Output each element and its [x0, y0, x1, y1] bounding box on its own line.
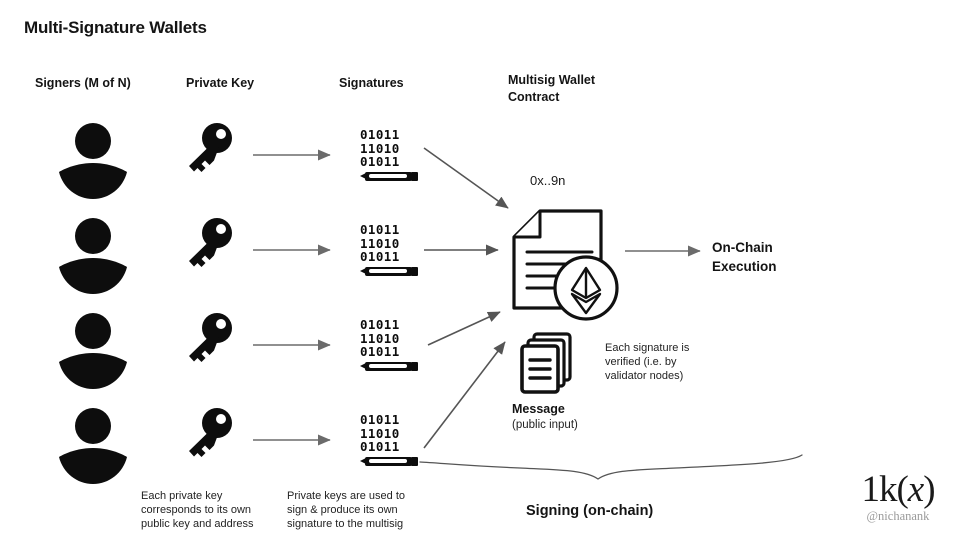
signature-bits-line: 01011	[360, 344, 400, 359]
private-key-icon	[189, 408, 232, 457]
watermark-handle: @nichanank	[866, 509, 930, 523]
signing-on-chain-label: Signing (on-chain)	[526, 503, 654, 519]
private-key-caption: Each private key corresponds to its own …	[141, 490, 254, 530]
pen-icon	[360, 171, 418, 181]
curly-brace-icon	[419, 454, 803, 480]
watermark: 1k(x) @nichanank	[838, 470, 958, 524]
signer-avatar-icon	[59, 218, 127, 294]
signature-bits-line: 01011	[360, 127, 400, 142]
message-documents-icon	[520, 332, 572, 394]
header-multisig-wallet-contract: Multisig Wallet Contract	[508, 73, 596, 104]
signature-bits-line: 11010	[360, 140, 400, 156]
watermark-mark-italic: x	[907, 469, 924, 510]
private-key-icons-layer	[0, 0, 972, 547]
signature-block: 01011 11010 01011	[360, 128, 422, 181]
message-icon-layer	[0, 0, 972, 547]
signing-caption: Private keys are used to sign & produce …	[287, 490, 406, 530]
key-to-signature-arrows-layer	[0, 0, 972, 547]
arrow-signature-to-contract	[423, 341, 506, 449]
signer-avatar-icon	[59, 123, 127, 199]
private-key-icon	[189, 313, 232, 362]
signature-bits-line: 01011	[360, 154, 400, 169]
page-title: Multi-Signature Wallets	[24, 18, 207, 37]
signer-avatars-layer	[0, 0, 972, 547]
signature-bits-line: 01011	[360, 317, 400, 332]
arrow-signature-to-contract	[423, 147, 509, 209]
pen-icon	[360, 266, 418, 276]
signature-block: 01011 11010 01011	[360, 223, 422, 276]
private-key-icon	[189, 123, 232, 172]
signature-block: 01011 11010 01011	[360, 318, 422, 371]
header-signatures: Signatures	[339, 76, 404, 90]
header-signers: Signers (M of N)	[35, 76, 131, 90]
signature-bits-line: 01011	[360, 439, 400, 454]
message-subtitle: (public input)	[512, 419, 578, 431]
signature-bits-line: 01011	[360, 412, 400, 427]
signature-block: 01011 11010 01011	[360, 413, 422, 466]
diagram-canvas: Multi-Signature Wallets Signers (M of N)…	[0, 0, 972, 547]
contract-icon-layer	[0, 0, 972, 547]
signer-avatar-icon	[59, 313, 127, 389]
watermark-mark-suffix: )	[923, 469, 935, 510]
signature-bits-line: 11010	[360, 330, 400, 346]
signing-brace-layer	[0, 0, 972, 547]
message-title: Message	[512, 402, 565, 416]
arrow-signature-to-contract	[427, 311, 501, 346]
signature-verification-note: Each signature is verified (i.e. by vali…	[605, 342, 690, 382]
pen-icon	[360, 361, 418, 371]
signature-bits-line: 01011	[360, 249, 400, 264]
signature-bits-line: 11010	[360, 235, 400, 251]
signature-bits-line: 11010	[360, 425, 400, 441]
contract-address-label: 0x..9n	[530, 173, 566, 188]
contract-document-ethereum-icon	[512, 209, 619, 321]
ethereum-logo-icon	[570, 266, 602, 315]
watermark-mark-prefix: 1k(	[861, 469, 908, 510]
signature-to-contract-arrows-layer	[0, 0, 972, 547]
on-chain-execution-label: On-Chain Execution	[712, 240, 777, 274]
watermark-mark: 1k(x)	[838, 470, 958, 510]
pen-icon	[360, 456, 418, 466]
private-key-icon	[189, 218, 232, 267]
header-private-key: Private Key	[186, 76, 255, 90]
signature-bits-line: 01011	[360, 222, 400, 237]
signer-avatar-icon	[59, 408, 127, 484]
